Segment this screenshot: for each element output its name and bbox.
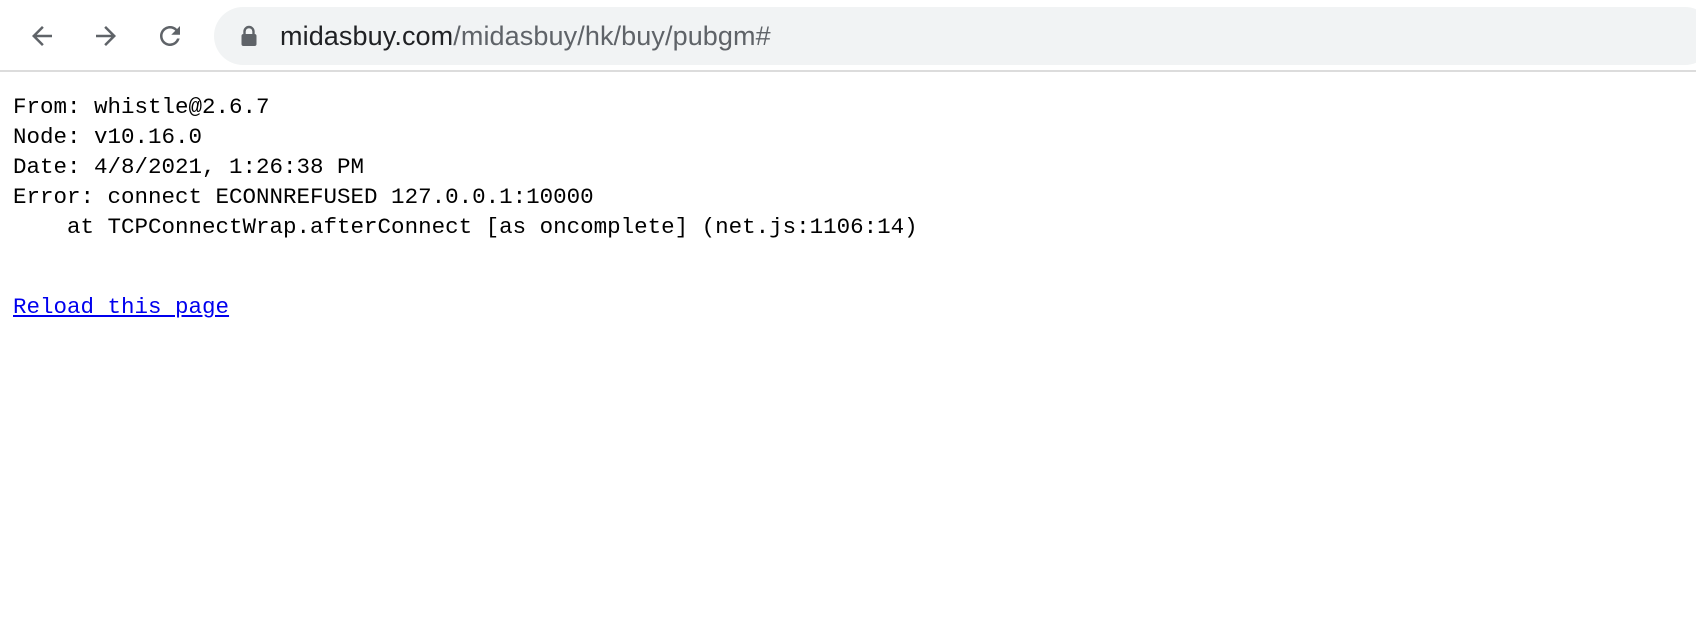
page-content: From: whistle@2.6.7 Node: v10.16.0 Date:… (0, 72, 1696, 322)
forward-arrow-icon (96, 26, 116, 46)
back-arrow-icon (32, 26, 52, 46)
url-text[interactable]: midasbuy.com/midasbuy/hk/buy/pubgm# (280, 21, 771, 52)
back-button[interactable] (20, 14, 64, 58)
from-line: From: whistle@2.6.7 (13, 94, 270, 120)
address-bar[interactable]: midasbuy.com/midasbuy/hk/buy/pubgm# (214, 7, 1696, 65)
reload-icon (160, 26, 180, 46)
url-path: /midasbuy/hk/buy/pubgm# (453, 20, 771, 51)
date-line: Date: 4/8/2021, 1:26:38 PM (13, 154, 365, 180)
stack-trace-line: at TCPConnectWrap.afterConnect [as oncom… (13, 214, 918, 240)
reload-button[interactable] (148, 14, 192, 58)
forward-button[interactable] (84, 14, 128, 58)
browser-toolbar: midasbuy.com/midasbuy/hk/buy/pubgm# (0, 0, 1696, 72)
url-host: midasbuy.com (280, 20, 454, 51)
lock-icon[interactable] (238, 25, 260, 47)
error-line: Error: connect ECONNREFUSED 127.0.0.1:10… (13, 184, 594, 210)
reload-page-link[interactable]: Reload this page (13, 292, 229, 322)
error-report: From: whistle@2.6.7 Node: v10.16.0 Date:… (13, 92, 1696, 242)
node-line: Node: v10.16.0 (13, 124, 203, 150)
